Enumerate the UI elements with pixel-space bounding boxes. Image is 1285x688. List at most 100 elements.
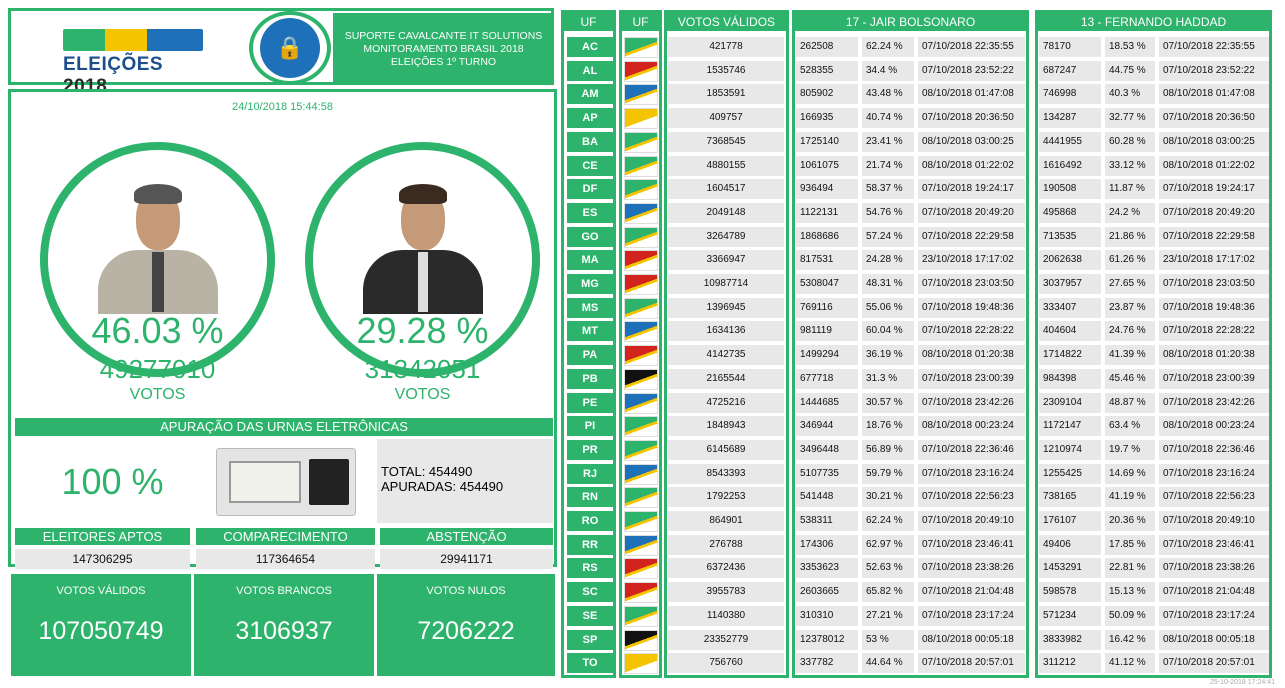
haddad-votes-cell: 333407 xyxy=(1039,297,1101,318)
haddad-pct-cell: 21.86 % xyxy=(1105,226,1155,247)
candidate-votes-label: VOTOS xyxy=(394,386,451,403)
bolsonaro-time-cell: 07/10/2018 22:28:22 xyxy=(918,321,1025,342)
bolsonaro-time-cell: 07/10/2018 22:56:23 xyxy=(918,487,1025,508)
valid-votes-cell: 3264789 xyxy=(668,226,784,247)
bolsonaro-pct-cell: 24.28 % xyxy=(862,250,914,271)
bolsonaro-pct-cell: 44.64 % xyxy=(862,653,914,674)
uf-flag-header: UF xyxy=(622,13,659,31)
state-flag-icon xyxy=(624,605,658,627)
state-flag-icon xyxy=(624,582,658,604)
valid-votes-header: VOTOS VÁLIDOS xyxy=(667,13,786,31)
bolsonaro-votes-cell: 817531 xyxy=(796,250,858,271)
haddad-votes-cell: 984398 xyxy=(1039,368,1101,389)
haddad-votes-cell: 687247 xyxy=(1039,60,1101,81)
total-label: VOTOS BRANCOS xyxy=(236,585,332,597)
valid-votes-cell: 756760 xyxy=(668,653,784,674)
haddad-votes-cell: 190508 xyxy=(1039,179,1101,200)
bolsonaro-votes-cell: 1444685 xyxy=(796,392,858,413)
uf-cell: GO xyxy=(567,226,613,247)
footer-timestamp: 25-10-2018 17:24:41 xyxy=(1210,679,1275,686)
haddad-time-cell: 07/10/2018 20:49:20 xyxy=(1159,202,1269,223)
haddad-time-cell: 07/10/2018 23:52:22 xyxy=(1159,60,1269,81)
company-emblem-icon: 🔒 xyxy=(249,11,331,85)
uf-cell: RO xyxy=(567,511,613,531)
haddad-pct-cell: 41.39 % xyxy=(1105,345,1155,366)
header-text: SUPORTE CAVALCANTE IT SOLUTIONS MONITORA… xyxy=(333,13,554,83)
bolsonaro-votes-cell: 769116 xyxy=(796,297,858,318)
haddad-votes-cell: 738165 xyxy=(1039,487,1101,508)
haddad-votes-cell: 176107 xyxy=(1039,511,1101,531)
haddad-votes-cell: 3833982 xyxy=(1039,629,1101,650)
haddad-pct-cell: 50.09 % xyxy=(1105,605,1155,626)
haddad-time-cell: 08/10/2018 00:23:24 xyxy=(1159,416,1269,437)
header-panel: ELEIÇÕES 2018 🔒 SUPORTE CAVALCANTE IT SO… xyxy=(8,8,554,97)
bolsonaro-pct-cell: 62.97 % xyxy=(862,534,914,555)
bolsonaro-votes-cell: 538311 xyxy=(796,511,858,531)
state-flag-icon xyxy=(624,250,658,272)
haddad-votes-cell: 1255425 xyxy=(1039,463,1101,484)
haddad-pct-cell: 24.76 % xyxy=(1105,321,1155,342)
bolsonaro-pct-cell: 21.74 % xyxy=(862,155,914,176)
valid-votes-cell: 421778 xyxy=(668,37,784,57)
bolsonaro-pct-cell: 55.06 % xyxy=(862,297,914,318)
haddad-time-cell: 07/10/2018 22:29:58 xyxy=(1159,226,1269,247)
haddad-votes-cell: 746998 xyxy=(1039,84,1101,105)
haddad-votes-cell: 571234 xyxy=(1039,605,1101,626)
bolsonaro-pct-cell: 62.24 % xyxy=(862,511,914,531)
bolsonaro-time-cell: 07/10/2018 22:35:55 xyxy=(918,37,1025,57)
state-flag-icon xyxy=(624,368,658,390)
state-flag-icon xyxy=(624,653,658,675)
haddad-time-cell: 07/10/2018 19:48:36 xyxy=(1159,297,1269,318)
summary-panel: 24/10/2018 15:44:58 46.03 % 49277010 VOT… xyxy=(8,89,557,569)
haddad-pct-cell: 22.81 % xyxy=(1105,558,1155,579)
uf-cell: CE xyxy=(567,155,613,176)
bolsonaro-pct-cell: 23.41 % xyxy=(862,131,914,152)
bolsonaro-votes-cell: 3496448 xyxy=(796,439,858,460)
bolsonaro-pct-cell: 53 % xyxy=(862,629,914,650)
valid-votes-cell: 1535746 xyxy=(668,60,784,81)
bolsonaro-votes-cell: 1868686 xyxy=(796,226,858,247)
valid-votes-cell: 4142735 xyxy=(668,345,784,366)
bolsonaro-time-cell: 07/10/2018 20:57:01 xyxy=(918,653,1025,674)
haddad-votes-cell: 2309104 xyxy=(1039,392,1101,413)
bolsonaro-votes-cell: 5107735 xyxy=(796,463,858,484)
haddad-pct-cell: 18.53 % xyxy=(1105,37,1155,57)
haddad-votes-cell: 4441955 xyxy=(1039,131,1101,152)
candidate-circle-haddad: 29.28 % xyxy=(305,142,540,377)
total-box: VOTOS VÁLIDOS 107050749 xyxy=(11,574,191,676)
apuracao-total: TOTAL: 454490 xyxy=(381,464,473,479)
haddad-votes-cell: 1453291 xyxy=(1039,558,1101,579)
state-flag-icon xyxy=(624,202,658,224)
state-flag-icon xyxy=(624,155,658,177)
haddad-time-cell: 07/10/2018 21:04:48 xyxy=(1159,582,1269,603)
state-flag-icon xyxy=(624,84,658,106)
bolsonaro-votes-cell: 310310 xyxy=(796,605,858,626)
haddad-pct-cell: 23.87 % xyxy=(1105,297,1155,318)
bolsonaro-time-cell: 08/10/2018 03:00:25 xyxy=(918,131,1025,152)
haddad-votes-cell: 134287 xyxy=(1039,108,1101,129)
valid-votes-cell: 3366947 xyxy=(668,250,784,271)
haddad-votes-cell: 404604 xyxy=(1039,321,1101,342)
haddad-header: 13 - FERNANDO HADDAD xyxy=(1038,13,1269,31)
uf-cell: MS xyxy=(567,297,613,318)
state-flag-icon xyxy=(624,392,658,414)
bolsonaro-time-cell: 07/10/2018 20:49:10 xyxy=(918,511,1025,531)
state-flag-icon xyxy=(624,108,658,130)
stat-label: ELEITORES APTOS xyxy=(15,528,190,545)
candidate-votes-label: VOTOS xyxy=(129,386,186,403)
uf-cell: AP xyxy=(567,108,613,129)
haddad-pct-cell: 14.69 % xyxy=(1105,463,1155,484)
uf-cell: AL xyxy=(567,60,613,81)
valid-votes-cell: 1604517 xyxy=(668,179,784,200)
bolsonaro-votes-cell: 1061075 xyxy=(796,155,858,176)
haddad-time-cell: 07/10/2018 22:28:22 xyxy=(1159,321,1269,342)
uf-cell: MA xyxy=(567,250,613,271)
bolsonaro-pct-cell: 31.3 % xyxy=(862,368,914,389)
valid-votes-cell: 6145689 xyxy=(668,439,784,460)
haddad-time-cell: 07/10/2018 23:42:26 xyxy=(1159,392,1269,413)
total-value: 7206222 xyxy=(417,617,515,645)
state-flag-icon xyxy=(624,131,658,153)
bolsonaro-votes-cell: 528355 xyxy=(796,60,858,81)
state-flag-icon xyxy=(624,511,658,532)
bolsonaro-time-cell: 07/10/2018 23:16:24 xyxy=(918,463,1025,484)
